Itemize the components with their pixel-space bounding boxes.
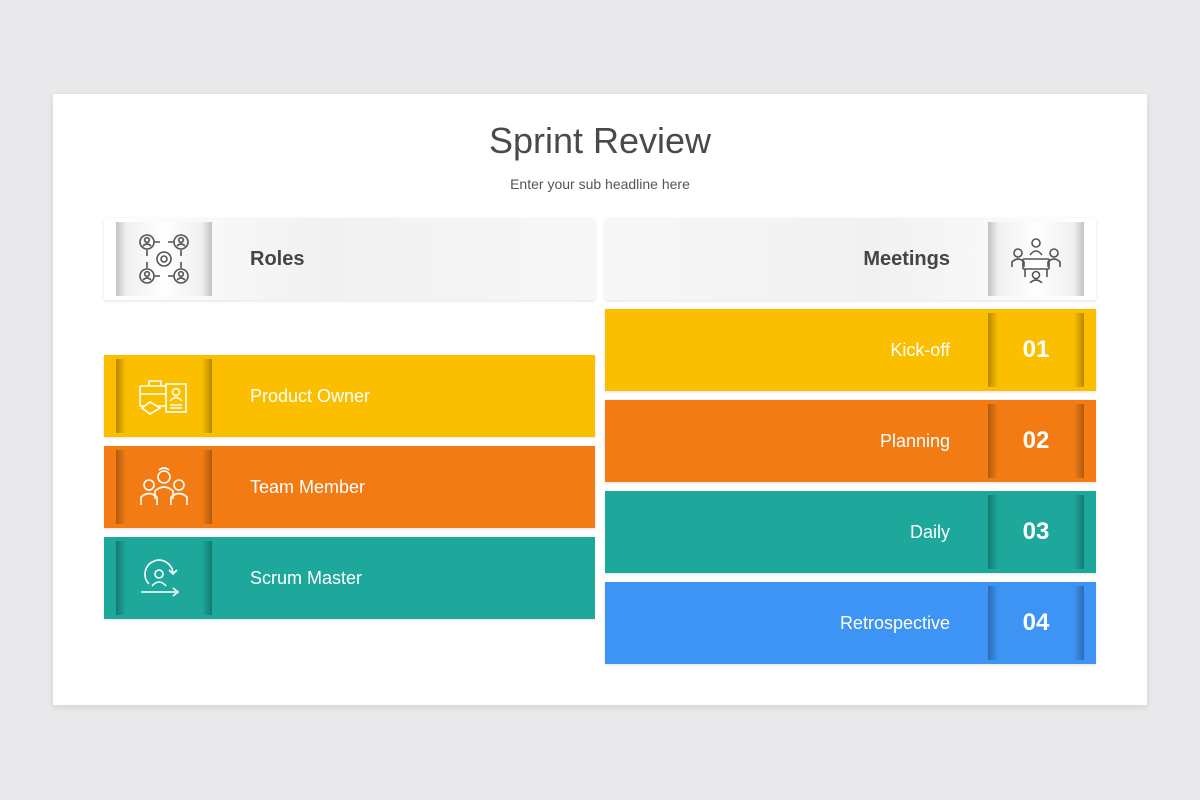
meeting-number-tab: 01	[988, 313, 1084, 387]
meeting-number: 04	[1022, 609, 1050, 636]
role-item-product-owner: Product Owner	[104, 355, 595, 437]
role-item-label: Product Owner	[250, 386, 371, 406]
role-icon-tab	[116, 450, 212, 524]
meetings-header-label: Meetings	[863, 248, 950, 270]
agile-cycle-icon	[141, 559, 180, 597]
roles-header: Roles	[104, 218, 595, 300]
team-network-icon	[139, 234, 189, 284]
role-icon-tab	[116, 359, 212, 433]
meeting-item-label: Daily	[909, 522, 950, 542]
briefcase-profile-icon	[139, 380, 187, 415]
meeting-number-tab: 02	[988, 404, 1084, 478]
meeting-number: 01	[1022, 336, 1050, 363]
meetings-header: Meetings	[605, 218, 1096, 300]
meeting-item-label: Retrospective	[839, 613, 950, 633]
team-group-icon	[140, 467, 188, 505]
meeting-item-label: Kick-off	[890, 340, 950, 360]
role-icon-tab	[116, 541, 212, 615]
meetings-header-tab	[988, 222, 1084, 296]
meeting-item-retrospective: 04 Retrospective	[605, 582, 1096, 664]
page-subtitle: Enter your sub headline here	[510, 176, 690, 192]
role-item-scrum-master: Scrum Master	[104, 537, 595, 619]
page-title: Sprint Review	[488, 120, 712, 161]
meeting-item-label: Planning	[879, 431, 950, 451]
meeting-item-daily: 03 Daily	[605, 491, 1096, 573]
role-item-label: Team Member	[250, 477, 366, 497]
meeting-number: 03	[1022, 518, 1050, 545]
roles-header-tab	[116, 222, 212, 296]
meeting-number: 02	[1022, 427, 1050, 454]
meeting-table-icon	[1011, 238, 1061, 283]
meeting-item-planning: 02 Planning	[605, 400, 1096, 482]
role-item-label: Scrum Master	[250, 568, 363, 588]
meeting-number-tab: 04	[988, 586, 1084, 660]
roles-header-label: Roles	[250, 248, 305, 270]
meeting-item-kickoff: 01 Kick-off	[605, 309, 1096, 391]
role-item-team-member: Team Member	[104, 446, 595, 528]
meeting-number-tab: 03	[988, 495, 1084, 569]
